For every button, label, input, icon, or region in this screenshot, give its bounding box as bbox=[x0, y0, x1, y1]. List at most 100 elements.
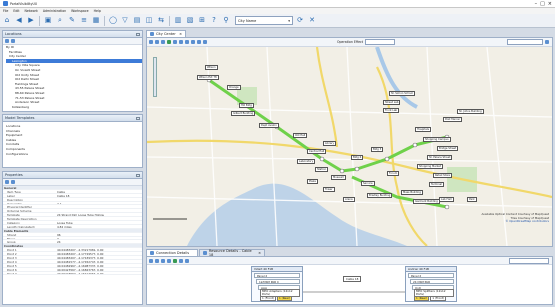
map-label[interactable]: Hospitals bbox=[415, 127, 431, 133]
operation-combo[interactable] bbox=[365, 39, 396, 45]
layers-icon[interactable]: ≡ bbox=[79, 16, 89, 26]
map-label[interactable]: Retail Store bbox=[433, 173, 453, 179]
connection-search-input[interactable] bbox=[509, 257, 549, 264]
grid-icon[interactable]: ▦ bbox=[91, 16, 101, 26]
maximize-icon[interactable]: □ bbox=[540, 1, 545, 7]
add-icon[interactable] bbox=[185, 258, 189, 263]
back-icon[interactable] bbox=[149, 258, 153, 263]
menu-edit[interactable]: Edit bbox=[13, 9, 19, 13]
cable-label[interactable]: Cable 18 bbox=[343, 276, 362, 282]
map-label[interactable]: Library bbox=[323, 141, 337, 147]
menu-network[interactable]: Network bbox=[25, 9, 38, 13]
close-icon[interactable]: × bbox=[548, 1, 552, 7]
map-label[interactable]: Forum bbox=[387, 171, 400, 177]
map-label[interactable]: Wilson Ext 78 bbox=[197, 75, 219, 81]
map-label[interactable]: Park bbox=[467, 197, 477, 203]
route-icon[interactable]: ⇆ bbox=[156, 16, 166, 26]
map-canvas[interactable]: Wilson Wilson Ext 78 Orange Hill Bldg Gi… bbox=[147, 47, 552, 246]
pan-icon[interactable] bbox=[173, 40, 177, 44]
panel-minimize-icon[interactable] bbox=[136, 32, 140, 36]
port-rear[interactable]: 1 (Rear) bbox=[276, 295, 293, 301]
back-icon[interactable] bbox=[155, 40, 159, 44]
map-label[interactable]: Arena bbox=[343, 197, 355, 203]
category-icon[interactable] bbox=[11, 180, 15, 184]
clear-icon[interactable]: ✕ bbox=[307, 16, 317, 26]
map-label[interactable]: Wilson bbox=[205, 65, 218, 71]
map-label[interactable]: Bradley Building bbox=[367, 193, 393, 199]
map-label[interactable]: Service bbox=[361, 181, 375, 187]
filter-icon[interactable]: ▽ bbox=[120, 16, 130, 26]
edit-icon[interactable]: ✎ bbox=[67, 16, 77, 26]
map-label[interactable]: Terminal bbox=[429, 182, 444, 188]
go-icon[interactable]: ⟳ bbox=[295, 16, 305, 26]
table-icon[interactable]: ▥ bbox=[173, 16, 183, 26]
collapse-icon[interactable] bbox=[11, 39, 15, 43]
home-icon[interactable]: ⌂ bbox=[2, 16, 12, 26]
zoom-slider[interactable] bbox=[153, 57, 157, 97]
help-icon[interactable]: ? bbox=[209, 16, 219, 26]
panel-minimize-icon[interactable] bbox=[136, 173, 140, 177]
search-icon[interactable] bbox=[545, 40, 549, 44]
zoom-out-icon[interactable] bbox=[167, 258, 171, 263]
forward-icon[interactable] bbox=[161, 40, 165, 44]
map-label[interactable]: Hill Bldg bbox=[239, 103, 254, 109]
zoom-out-icon[interactable] bbox=[185, 40, 189, 44]
menu-file[interactable]: File bbox=[3, 9, 8, 13]
close-icon[interactable]: × bbox=[179, 32, 182, 36]
map-label[interactable]: St. Palace Street bbox=[427, 155, 453, 161]
chart-icon[interactable]: ▤ bbox=[132, 16, 142, 26]
print-icon[interactable] bbox=[203, 40, 207, 44]
map-label[interactable]: Shopping Campus bbox=[423, 137, 451, 143]
map-label[interactable]: Post Mercer bbox=[443, 117, 463, 123]
map-search-input[interactable] bbox=[507, 39, 543, 45]
zoom-in-icon[interactable] bbox=[161, 258, 165, 263]
menu-workspace[interactable]: Workspace bbox=[71, 9, 88, 13]
search-icon[interactable]: ⌕ bbox=[55, 16, 65, 26]
save-icon[interactable]: ▣ bbox=[43, 16, 53, 26]
magnify-icon[interactable]: ⚲ bbox=[221, 16, 231, 26]
equipment-right[interactable]: Andrier 40 F1B Panel 2 24 DSM PAR Unit M… bbox=[405, 266, 457, 302]
layers-icon[interactable] bbox=[197, 40, 201, 44]
map-label[interactable]: Lab Hall bbox=[439, 197, 454, 203]
city-search-combo[interactable]: City Name ▾ bbox=[235, 16, 293, 25]
map-icon[interactable]: ◫ bbox=[144, 16, 154, 26]
map-label[interactable]: Shopping Market bbox=[417, 164, 443, 170]
port-front[interactable]: 1 (Front) bbox=[430, 295, 447, 301]
map-label[interactable]: Old Hall bbox=[293, 133, 308, 139]
equipment-left[interactable]: Vidart 40 F1B Panel 2 12/DSM PAR C AAA M… bbox=[251, 266, 303, 302]
tab-city-center[interactable]: City Center × bbox=[146, 30, 186, 37]
template-item[interactable]: Configurations bbox=[6, 152, 142, 157]
menu-administration[interactable]: Administration bbox=[43, 9, 66, 13]
port-front[interactable]: 1 (Front) bbox=[260, 295, 276, 301]
zoom-in-icon[interactable] bbox=[179, 40, 183, 44]
menu-help[interactable]: Help bbox=[94, 9, 101, 13]
map-label[interactable]: Bldg 6 bbox=[351, 155, 364, 161]
map-label[interactable]: Station bbox=[315, 167, 329, 173]
map-label[interactable]: Garment Building bbox=[413, 199, 440, 205]
forward-icon[interactable]: ▶ bbox=[26, 16, 36, 26]
map-label[interactable]: Bridge Street bbox=[437, 146, 459, 152]
attribution-link[interactable]: © OpenStreetMap contributors bbox=[482, 220, 549, 224]
close-icon[interactable]: × bbox=[258, 251, 261, 255]
tab-resource-details[interactable]: Resource Details - Cable 18 × bbox=[199, 249, 265, 257]
tab-connection-details[interactable]: Connection Details bbox=[146, 249, 198, 256]
map-label[interactable]: Mass Building bbox=[401, 190, 423, 196]
filter-icon[interactable] bbox=[179, 258, 183, 263]
refresh-icon[interactable] bbox=[5, 39, 9, 43]
measure-icon[interactable] bbox=[191, 40, 195, 44]
report-icon[interactable]: ▧ bbox=[185, 16, 195, 26]
tree-item[interactable]: Kotzenberg bbox=[6, 105, 142, 110]
map-label[interactable]: Orange bbox=[227, 85, 241, 91]
map-label[interactable]: Central Hall bbox=[307, 149, 327, 155]
circle-icon[interactable]: ◯ bbox=[108, 16, 118, 26]
select-icon[interactable] bbox=[167, 40, 171, 44]
sort-icon[interactable] bbox=[5, 180, 9, 184]
panel-minimize-icon[interactable] bbox=[136, 116, 140, 120]
minimize-icon[interactable]: – bbox=[535, 1, 538, 7]
map-label[interactable]: Street Lab bbox=[383, 100, 401, 106]
map-label[interactable]: St. Simon School bbox=[389, 91, 415, 97]
port-rear[interactable]: 1 (Rear) bbox=[414, 295, 430, 301]
map-label[interactable]: Dept Avalon bbox=[259, 123, 279, 129]
map-label[interactable]: Laboratory bbox=[297, 159, 316, 165]
map-label[interactable]: St. Johns Building bbox=[457, 109, 484, 115]
